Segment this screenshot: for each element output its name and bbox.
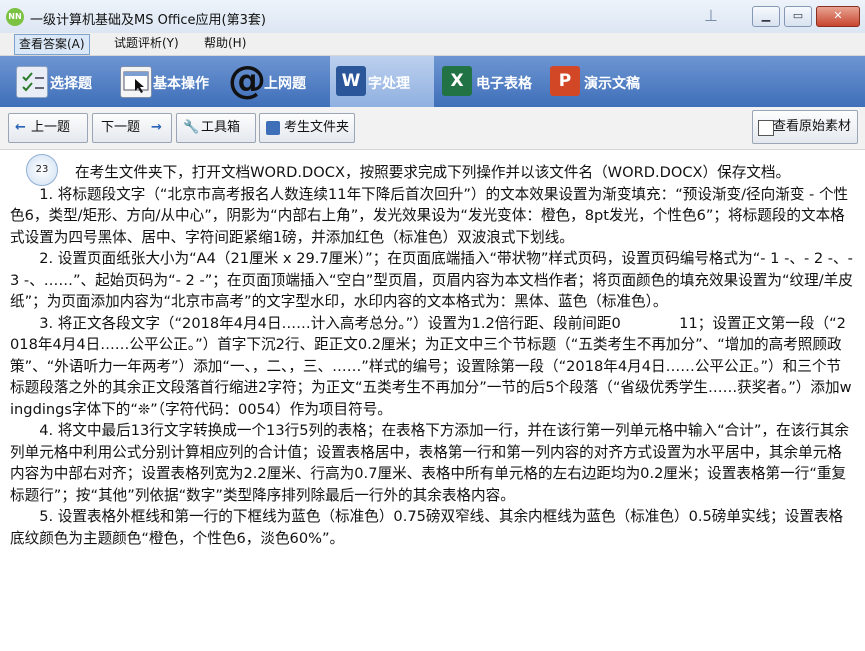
close-button[interactable]: ✕	[816, 6, 860, 27]
window-cursor-icon	[120, 66, 152, 98]
next-label: 下一题	[101, 120, 141, 135]
category-internet[interactable]: @ 上网题	[228, 56, 326, 107]
category-label: 电子表格	[476, 76, 532, 92]
question-item-5: 5. 设置表格外框线和第一行的下框线为蓝色（标准色）0.75磅双窄线、其余内框线…	[10, 508, 844, 547]
restore-button[interactable]: ▭	[784, 6, 812, 27]
category-label: 上网题	[264, 76, 306, 92]
category-label: 基本操作	[153, 76, 209, 92]
checklist-icon	[16, 66, 48, 98]
excel-icon: X	[442, 66, 472, 96]
at-sign-icon: @	[228, 58, 266, 102]
prev-label: 上一题	[31, 120, 71, 135]
menu-view-answer[interactable]: 查看答案(A)	[14, 34, 90, 55]
document-icon	[758, 120, 774, 136]
category-label: 选择题	[50, 76, 92, 92]
category-choice[interactable]: 选择题	[10, 56, 110, 107]
category-label: 字处理	[368, 76, 410, 92]
word-icon: W	[336, 66, 366, 96]
toolbox-button[interactable]: 🔧 工具箱	[176, 113, 256, 143]
question-item-2: 2. 设置页面纸张大小为“A4（21厘米 x 29.7厘米）”；在页面底端插入“…	[10, 250, 853, 310]
arrow-right-icon: →	[151, 120, 162, 135]
menu-help[interactable]: 帮助(H)	[200, 34, 250, 53]
category-basic[interactable]: 基本操作	[115, 56, 225, 107]
exam-folder-button[interactable]: 考生文件夹	[259, 113, 355, 143]
question-item-4: 4. 将文中最后13行文字转换成一个13行5列的表格；在表格下方添加一行，并在该…	[10, 422, 849, 504]
category-excel[interactable]: X 电子表格	[438, 56, 540, 107]
question-content: 23 在考生文件夹下，打开文档WORD.DOCX，按照要求完成下列操作并以该文件…	[0, 150, 865, 651]
question-number-badge: 23	[26, 154, 58, 186]
window-title: 一级计算机基础及MS Office应用(第3套)	[30, 13, 266, 28]
title-bar: NN 一级计算机基础及MS Office应用(第3套) ⊥ ▁ ▭ ✕	[0, 0, 865, 34]
toolbar: ← 上一题 下一题 → 🔧 工具箱 考生文件夹 查看原始素材	[0, 107, 865, 150]
app-logo-icon: NN	[6, 8, 24, 26]
prev-button[interactable]: ← 上一题	[8, 113, 88, 143]
question-intro: 在考生文件夹下，打开文档WORD.DOCX，按照要求完成下列操作并以该文件名（W…	[75, 164, 791, 181]
folder-label: 考生文件夹	[284, 120, 350, 135]
view-source-label: 查看原始素材	[773, 119, 852, 134]
folder-icon	[266, 121, 280, 135]
next-button[interactable]: 下一题 →	[92, 113, 172, 143]
wrench-icon: 🔧	[183, 120, 200, 135]
view-source-button[interactable]: 查看原始素材	[752, 110, 858, 144]
category-powerpoint[interactable]: P 演示文稿	[546, 56, 650, 107]
category-word[interactable]: W 字处理	[330, 56, 434, 107]
toolbox-label: 工具箱	[201, 120, 241, 135]
powerpoint-icon: P	[550, 66, 580, 96]
category-bar: 选择题 基本操作 @ 上网题 W 字处理 X 电子表格 P 演示文稿	[0, 56, 865, 107]
menu-bar: 查看答案(A) 试题评析(Y) 帮助(H)	[0, 33, 865, 56]
question-item-1: 1. 将标题段文字（“北京市高考报名人数连续11年下降后首次回升”）的文本效果设…	[10, 185, 849, 246]
pin-icon[interactable]: ⊥	[700, 5, 722, 27]
category-label: 演示文稿	[584, 76, 640, 92]
menu-analysis[interactable]: 试题评析(Y)	[110, 34, 183, 53]
minimize-button[interactable]: ▁	[752, 6, 780, 27]
arrow-left-icon: ←	[15, 120, 26, 135]
question-item-3: 3. 将正文各段文字（“2018年4月4日……计入高考总分。”）设置为1.2倍行…	[10, 314, 852, 418]
